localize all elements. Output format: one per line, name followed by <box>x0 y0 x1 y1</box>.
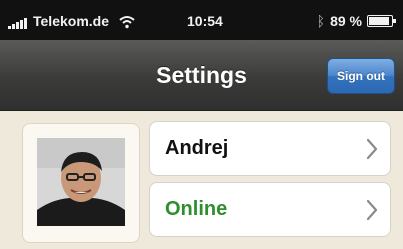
chevron-right-icon <box>366 199 378 221</box>
chevron-right-icon <box>366 138 378 160</box>
status-bar: Telekom.de 10:54 ᛒ 89 % <box>0 0 403 40</box>
bluetooth-icon: ᛒ <box>316 13 326 29</box>
battery-fill <box>369 17 389 25</box>
status-time: 10:54 <box>187 13 223 29</box>
user-photo-icon <box>37 138 125 226</box>
wifi-icon <box>119 16 135 29</box>
avatar-frame <box>22 123 140 243</box>
profile-section: Andrej Online <box>0 111 403 249</box>
sign-out-button[interactable]: Sign out <box>327 58 395 94</box>
profile-status-cell[interactable]: Online <box>149 182 391 237</box>
battery-percent: 89 % <box>330 13 362 29</box>
carrier-name: Telekom.de <box>33 13 109 29</box>
profile-name: Andrej <box>165 137 229 159</box>
avatar <box>37 138 125 226</box>
profile-status: Online <box>165 198 228 220</box>
status-left: Telekom.de <box>8 13 135 29</box>
signal-bars-icon <box>8 17 27 29</box>
nav-bar: Settings Sign out <box>0 40 403 111</box>
battery-icon <box>367 15 396 27</box>
battery-tip <box>393 19 396 23</box>
status-right: ᛒ 89 % <box>316 13 396 29</box>
profile-name-cell[interactable]: Andrej <box>149 121 391 176</box>
